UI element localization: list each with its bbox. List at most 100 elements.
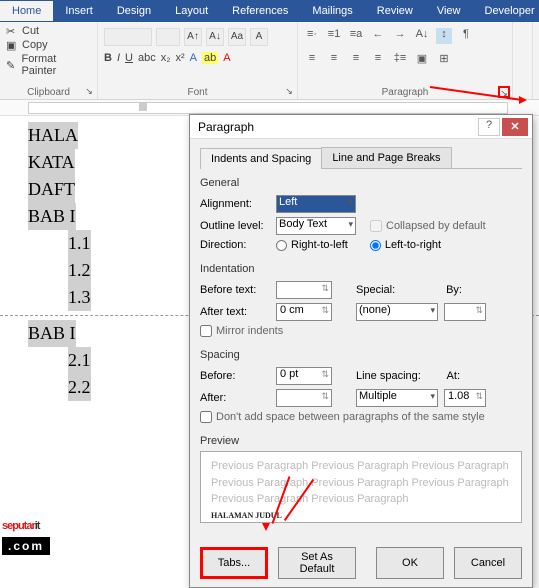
group-clipboard: ✂Cut ▣Copy ✎Format Painter Clipboard ↘ bbox=[0, 22, 98, 99]
spacing-before-label: Before: bbox=[200, 370, 270, 382]
superscript-button[interactable]: x² bbox=[176, 52, 185, 64]
dialog-buttons: Tabs... Set As Default OK Cancel bbox=[190, 539, 532, 587]
align-center-icon[interactable]: ≡ bbox=[326, 52, 342, 68]
before-text-spinner[interactable] bbox=[276, 281, 332, 299]
sort-icon[interactable]: A↓ bbox=[414, 28, 430, 44]
format-painter-button[interactable]: ✎Format Painter bbox=[6, 52, 91, 78]
watermark-logo: seputarit .com bbox=[2, 503, 50, 555]
bold-button[interactable]: B bbox=[104, 52, 112, 64]
clear-format-icon[interactable]: A bbox=[250, 28, 268, 46]
shading-icon[interactable]: ▣ bbox=[414, 52, 430, 68]
underline-button[interactable]: U bbox=[125, 52, 133, 64]
ltr-radio[interactable]: Left-to-right bbox=[370, 239, 441, 251]
shrink-font-icon[interactable]: A↓ bbox=[206, 28, 224, 46]
font-name-combo[interactable] bbox=[104, 28, 152, 46]
text-direction-icon[interactable]: ↕ bbox=[436, 28, 452, 44]
document-line[interactable]: 2.1 bbox=[68, 347, 91, 374]
section-preview: Preview bbox=[200, 435, 522, 447]
group-label-font: Font bbox=[98, 87, 297, 98]
tab-references[interactable]: References bbox=[220, 1, 300, 21]
borders-icon[interactable]: ⊞ bbox=[436, 52, 452, 68]
document-line[interactable]: KATA bbox=[28, 149, 75, 176]
document-line[interactable]: 2.2 bbox=[68, 374, 91, 401]
spacing-before-spinner[interactable]: 0 pt bbox=[276, 367, 332, 385]
after-text-spinner[interactable]: 0 cm bbox=[276, 303, 332, 321]
font-size-combo[interactable] bbox=[156, 28, 180, 46]
group-paragraph: ≡· ≡1 ≡a ← → A↓ ↕ ¶ ≡ ≡ ≡ ≡ ‡≡ ▣ ⊞ Parag… bbox=[298, 22, 513, 99]
tab-home[interactable]: Home bbox=[0, 1, 53, 21]
alignment-label: Alignment: bbox=[200, 198, 270, 210]
at-spinner[interactable]: 1.08 bbox=[444, 389, 486, 407]
outline-combo[interactable]: Body Text bbox=[276, 217, 356, 235]
ruler-indent-handle[interactable] bbox=[139, 103, 147, 111]
section-general: General bbox=[200, 177, 522, 189]
document-line[interactable]: 1.1 bbox=[68, 230, 91, 257]
tab-view[interactable]: View bbox=[425, 1, 473, 21]
spacing-after-spinner[interactable] bbox=[276, 389, 332, 407]
copy-icon: ▣ bbox=[6, 39, 18, 51]
line-spacing-combo[interactable]: Multiple bbox=[356, 389, 438, 407]
justify-icon[interactable]: ≡ bbox=[370, 52, 386, 68]
grow-font-icon[interactable]: A↑ bbox=[184, 28, 202, 46]
rtl-radio[interactable]: Right-to-left bbox=[276, 239, 348, 251]
multilevel-icon[interactable]: ≡a bbox=[348, 28, 364, 44]
change-case-icon[interactable]: Aa bbox=[228, 28, 246, 46]
decrease-indent-icon[interactable]: ← bbox=[370, 28, 386, 44]
document-line[interactable]: BAB I bbox=[28, 320, 76, 347]
document-line[interactable]: 1.2 bbox=[68, 257, 91, 284]
document-line[interactable]: BAB I bbox=[28, 203, 76, 230]
dialog-titlebar[interactable]: Paragraph ? ✕ bbox=[190, 115, 532, 139]
tab-indents-spacing[interactable]: Indents and Spacing bbox=[200, 148, 322, 169]
highlight-button[interactable]: ab bbox=[202, 52, 218, 64]
after-text-label: After text: bbox=[200, 306, 270, 318]
line-spacing-label: Line spacing: bbox=[356, 370, 428, 382]
font-launcher[interactable]: ↘ bbox=[283, 86, 295, 98]
dialog-tabs: Indents and Spacing Line and Page Breaks bbox=[200, 147, 522, 169]
cancel-button[interactable]: Cancel bbox=[454, 547, 522, 579]
tab-line-page-breaks[interactable]: Line and Page Breaks bbox=[321, 147, 451, 168]
document-line[interactable]: HALA bbox=[28, 122, 78, 149]
tab-review[interactable]: Review bbox=[365, 1, 425, 21]
bullets-icon[interactable]: ≡· bbox=[304, 28, 320, 44]
close-button[interactable]: ✕ bbox=[502, 118, 528, 136]
text-effects-button[interactable]: A bbox=[190, 52, 197, 64]
clipboard-launcher[interactable]: ↘ bbox=[83, 86, 95, 98]
show-marks-icon[interactable]: ¶ bbox=[458, 28, 474, 44]
italic-button[interactable]: I bbox=[117, 52, 120, 64]
set-default-button[interactable]: Set As Default bbox=[278, 547, 356, 579]
direction-label: Direction: bbox=[200, 239, 270, 251]
line-spacing-icon[interactable]: ‡≡ bbox=[392, 52, 408, 68]
document-line[interactable]: 1.3 bbox=[68, 284, 91, 311]
no-space-checkbox[interactable]: Don't add space between paragraphs of th… bbox=[200, 409, 522, 425]
help-button[interactable]: ? bbox=[478, 118, 500, 136]
ok-button[interactable]: OK bbox=[376, 547, 444, 579]
subscript-button[interactable]: x₂ bbox=[161, 52, 171, 64]
tabs-button[interactable]: Tabs... bbox=[200, 547, 268, 579]
cut-button[interactable]: ✂Cut bbox=[6, 24, 91, 38]
annotation-arrowhead-1 bbox=[519, 96, 527, 104]
special-combo[interactable]: (none) bbox=[356, 303, 438, 321]
tab-insert[interactable]: Insert bbox=[53, 1, 105, 21]
mirror-indents-checkbox[interactable]: Mirror indents bbox=[200, 323, 522, 339]
outline-label: Outline level: bbox=[200, 220, 270, 232]
align-right-icon[interactable]: ≡ bbox=[348, 52, 364, 68]
alignment-combo[interactable]: Left bbox=[276, 195, 356, 213]
at-label: At: bbox=[434, 370, 460, 382]
preview-box: Previous Paragraph Previous Paragraph Pr… bbox=[200, 451, 522, 523]
numbering-icon[interactable]: ≡1 bbox=[326, 28, 342, 44]
by-spinner[interactable] bbox=[444, 303, 486, 321]
group-styles bbox=[513, 22, 533, 99]
align-left-icon[interactable]: ≡ bbox=[304, 52, 320, 68]
tab-design[interactable]: Design bbox=[105, 1, 163, 21]
increase-indent-icon[interactable]: → bbox=[392, 28, 408, 44]
tab-mailings[interactable]: Mailings bbox=[300, 1, 364, 21]
ribbon-tabs: Home Insert Design Layout References Mai… bbox=[0, 0, 539, 22]
tab-developer[interactable]: Developer bbox=[473, 1, 539, 21]
font-color-button[interactable]: A bbox=[223, 52, 230, 64]
section-spacing: Spacing bbox=[200, 349, 522, 361]
tab-layout[interactable]: Layout bbox=[163, 1, 220, 21]
paragraph-dialog: Paragraph ? ✕ Indents and Spacing Line a… bbox=[189, 114, 533, 588]
copy-button[interactable]: ▣Copy bbox=[6, 38, 91, 52]
document-line[interactable]: DAFT bbox=[28, 176, 75, 203]
strike-button[interactable]: abc bbox=[138, 52, 156, 64]
